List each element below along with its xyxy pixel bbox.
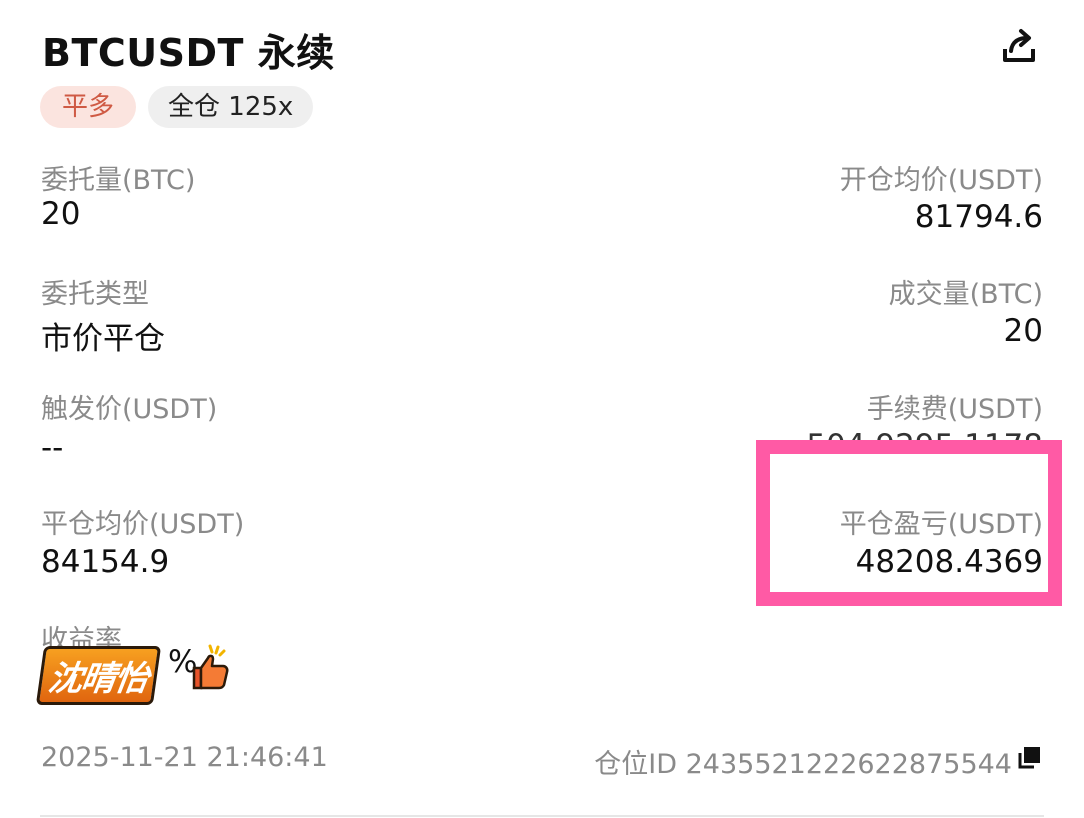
side-badge: 平多	[40, 86, 137, 128]
filled-qty-label: 成交量(BTC)	[888, 279, 1043, 310]
share-button[interactable]	[994, 24, 1044, 70]
order-qty-label: 委托量(BTC)	[41, 165, 196, 196]
trigger-price-value: --	[41, 430, 64, 466]
close-avg-price-value: 84154.9	[41, 544, 170, 580]
margin-mode-badge: 全仓 125x	[148, 86, 314, 128]
open-avg-price-label: 开仓均价(USDT)	[839, 165, 1043, 196]
order-qty-value: 20	[41, 196, 81, 232]
copy-button[interactable]	[1016, 745, 1042, 771]
position-id: 仓位ID 2435521222622875544	[594, 749, 1012, 780]
order-type-label: 委托类型	[41, 279, 149, 310]
copy-icon	[1018, 747, 1040, 769]
pnl-highlight-box	[756, 440, 1062, 606]
thumbs-up-icon	[192, 644, 229, 690]
close-avg-price-label: 平仓均价(USDT)	[41, 509, 245, 540]
fee-label: 手续费(USDT)	[866, 394, 1043, 425]
trigger-price-label: 触发价(USDT)	[41, 394, 218, 425]
sticker-text: 沈晴怡	[35, 646, 162, 705]
page-title: BTCUSDT 永续	[42, 31, 335, 75]
order-tags: 平多 全仓 125x	[40, 86, 314, 128]
share-icon	[1003, 29, 1035, 62]
order-type-value: 市价平仓	[41, 321, 165, 357]
filled-qty-value: 20	[1003, 313, 1043, 349]
order-timestamp: 2025-11-21 21:46:41	[41, 742, 328, 773]
open-avg-price-value: 81794.6	[914, 199, 1043, 235]
name-sticker: % 沈晴怡	[35, 624, 240, 705]
divider	[40, 815, 1044, 817]
